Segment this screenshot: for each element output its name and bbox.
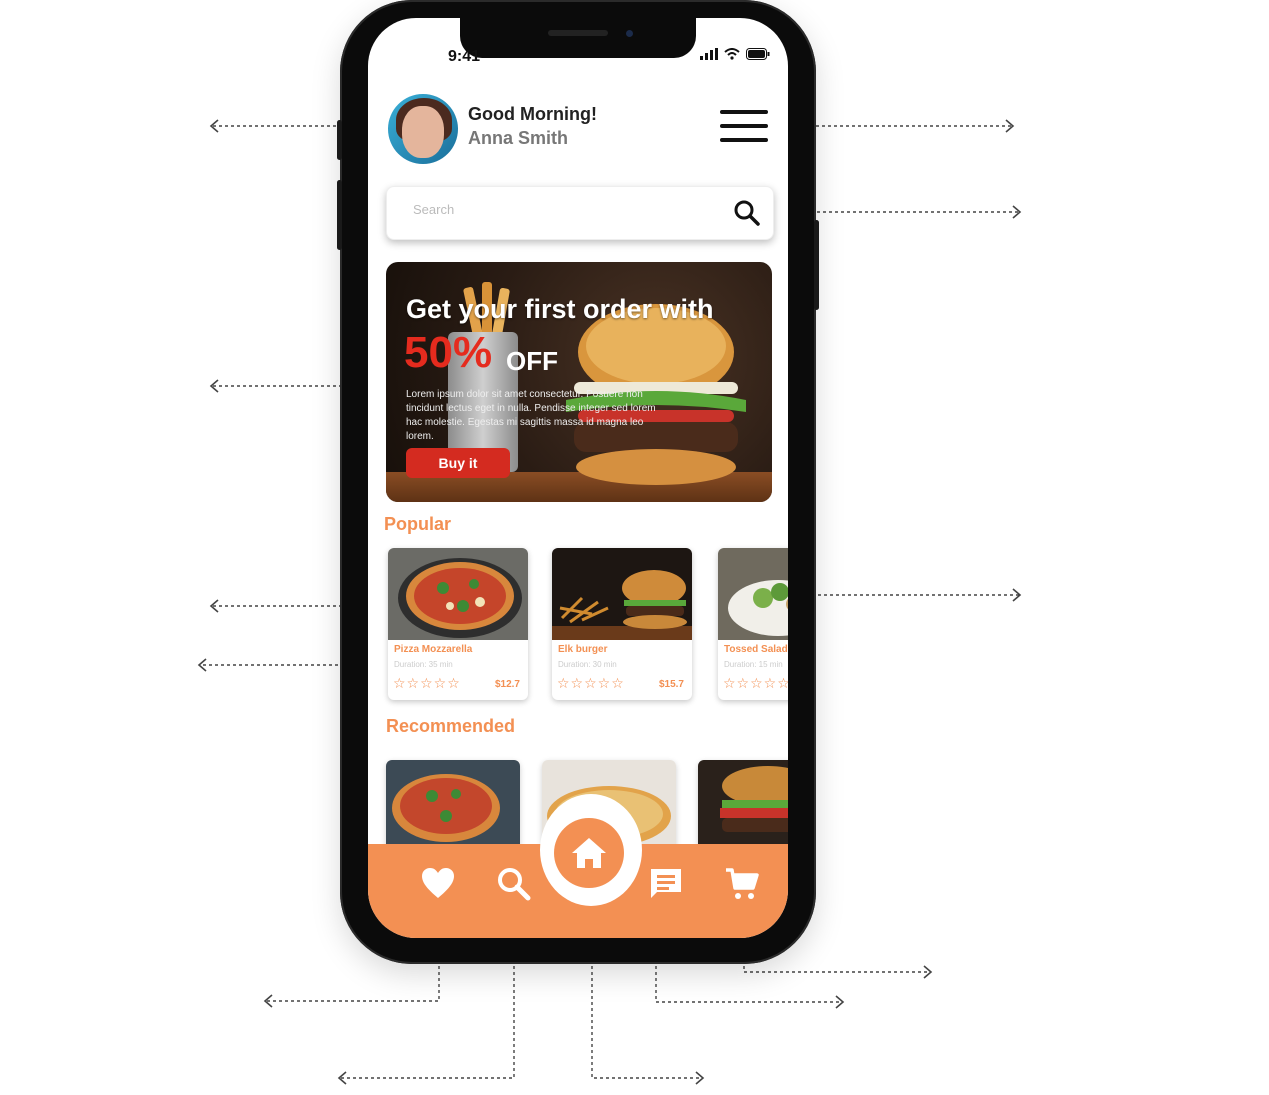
search-input[interactable]: [411, 201, 715, 218]
battery-icon: [746, 48, 770, 60]
app-screen: 9:41 Good Morning! Anna Smith Search Get…: [368, 18, 788, 938]
promo-title: Get your first order with: [406, 294, 714, 324]
item-name: Elk burger: [558, 644, 608, 655]
phone-frame: 9:41 Good Morning! Anna Smith Search Get…: [337, 0, 819, 964]
status-icons: [700, 48, 770, 60]
popular-card[interactable]: Pizza Mozzarella Duration: 35 min ☆☆☆☆☆ …: [388, 548, 528, 700]
front-camera: [626, 30, 633, 37]
chat-icon[interactable]: [648, 866, 684, 902]
recommended-title: Recommended: [386, 716, 516, 736]
burger-fries-image: [552, 548, 692, 640]
menu-icon-bar: [720, 138, 768, 142]
menu-icon-bar: [720, 124, 768, 128]
item-duration: Duration: 30 min: [558, 660, 617, 669]
popular-card[interactable]: Tossed Salad Duration: 15 min ☆☆☆☆☆: [718, 548, 788, 700]
power-button: [814, 220, 819, 310]
item-duration: Duration: 35 min: [394, 660, 453, 669]
star-rating[interactable]: ☆☆☆☆☆: [557, 676, 625, 692]
status-time: 9:41: [448, 48, 481, 65]
buy-button[interactable]: Buy it: [406, 448, 510, 478]
item-name: Pizza Mozzarella: [394, 644, 473, 655]
promo-body: Lorem ipsum dolor sit amet consectetur. …: [406, 389, 656, 442]
item-price: $15.7: [658, 679, 684, 690]
cart-icon[interactable]: [724, 866, 760, 902]
promo-off: OFF: [506, 346, 558, 376]
promo-percent: 50%: [404, 328, 493, 377]
home-icon: [572, 838, 606, 868]
search-nav-icon[interactable]: [496, 866, 532, 902]
avatar[interactable]: [388, 94, 458, 164]
star-rating[interactable]: ☆☆☆☆☆: [723, 676, 788, 692]
notch: [460, 18, 696, 58]
salad-image: [718, 548, 788, 640]
star-rating[interactable]: ☆☆☆☆☆: [393, 676, 461, 692]
user-name: Anna Smith: [468, 128, 569, 148]
popular-card[interactable]: Elk burger Duration: 30 min ☆☆☆☆☆ $15.7: [552, 548, 692, 700]
volume-up-button: [337, 180, 342, 250]
menu-button[interactable]: [720, 110, 768, 144]
wifi-icon: [724, 48, 740, 60]
item-price: $12.7: [494, 679, 520, 690]
pizza-image: [388, 548, 528, 640]
signal-icon: [700, 48, 718, 60]
popular-title: Popular: [384, 514, 452, 534]
home-button[interactable]: [554, 818, 624, 888]
search-icon[interactable]: [733, 199, 761, 227]
greeting-text: Good Morning!: [468, 104, 597, 124]
mute-switch: [337, 120, 342, 160]
speaker-grill: [548, 30, 608, 36]
item-name: Tossed Salad: [724, 644, 788, 655]
heart-icon[interactable]: [420, 866, 456, 902]
promo-banner[interactable]: Get your first order with 50% OFF Lorem …: [386, 262, 772, 502]
search-bar[interactable]: [386, 186, 774, 240]
avatar-face: [402, 106, 444, 158]
item-duration: Duration: 15 min: [724, 660, 783, 669]
menu-icon: [720, 110, 768, 114]
